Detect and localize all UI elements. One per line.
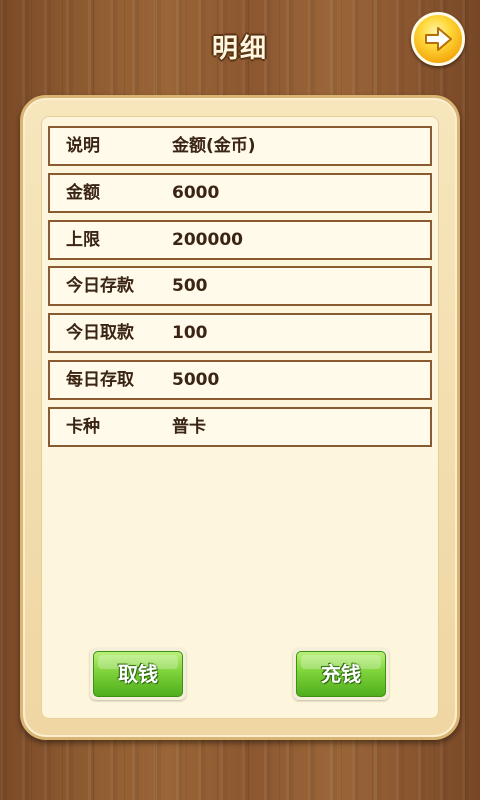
detail-label: 卡种: [66, 417, 100, 437]
deposit-button[interactable]: 充钱: [293, 648, 389, 700]
detail-value: 6000: [172, 183, 220, 203]
detail-row-amount: 金额 6000: [48, 173, 432, 213]
detail-label: 说明: [66, 136, 100, 156]
detail-label: 今日取款: [66, 323, 134, 343]
detail-row-limit: 上限 200000: [48, 220, 432, 260]
withdraw-button-label: 取钱: [118, 662, 158, 686]
detail-value: 100: [172, 323, 208, 343]
detail-value: 500: [172, 276, 208, 296]
detail-row-daily-limit: 每日存取 5000: [48, 360, 432, 400]
detail-row-card-type: 卡种 普卡: [48, 407, 432, 447]
arrow-right-icon: [425, 27, 452, 51]
detail-row-today-withdraw: 今日取款 100: [48, 313, 432, 353]
detail-row-today-deposit: 今日存款 500: [48, 266, 432, 306]
detail-value: 金额(金币): [172, 136, 256, 156]
detail-label: 上限: [66, 230, 100, 250]
deposit-button-label: 充钱: [321, 662, 361, 686]
detail-value: 普卡: [172, 417, 206, 437]
detail-label: 每日存取: [66, 370, 134, 390]
detail-label: 今日存款: [66, 276, 134, 296]
detail-row-description: 说明 金额(金币): [48, 126, 432, 166]
page-title: 明细: [211, 34, 268, 64]
next-button[interactable]: [411, 12, 465, 66]
detail-value: 200000: [172, 230, 243, 250]
detail-value: 5000: [172, 370, 220, 390]
withdraw-button[interactable]: 取钱: [90, 648, 186, 700]
detail-label: 金额: [66, 183, 100, 203]
